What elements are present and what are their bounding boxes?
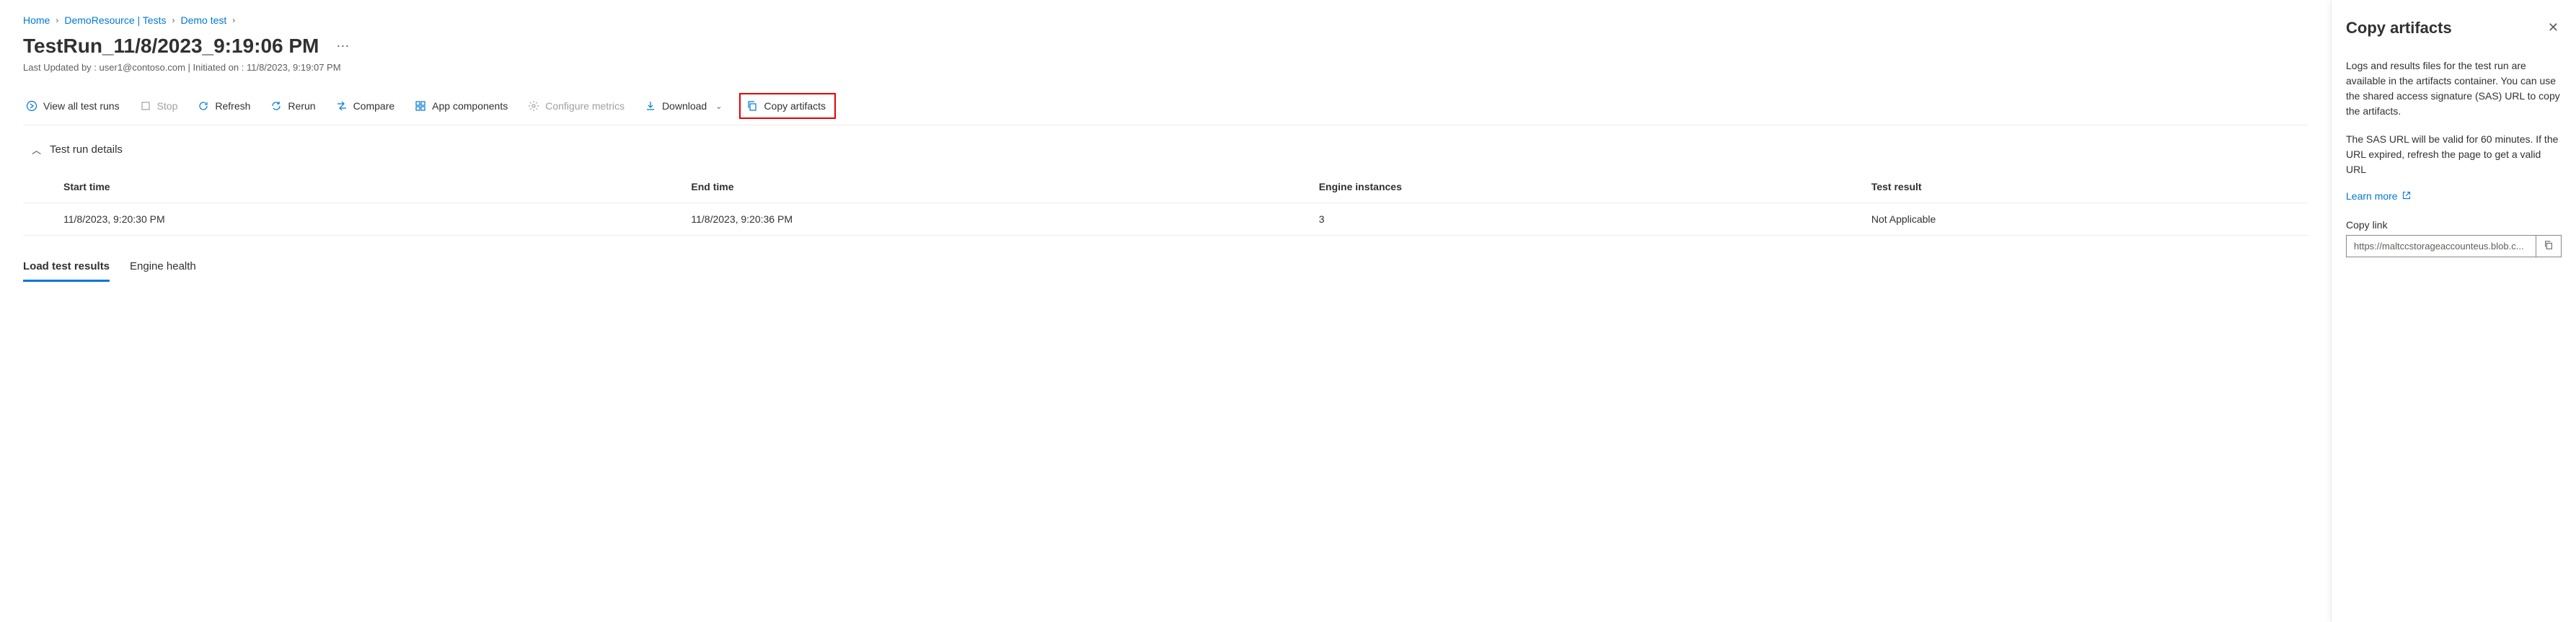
stop-button: Stop <box>137 96 181 116</box>
refresh-button[interactable]: Refresh <box>195 96 253 116</box>
col-engine-instances: Engine instances <box>1279 171 1831 203</box>
tab-load-test-results[interactable]: Load test results <box>23 253 110 282</box>
table-row: 11/8/2023, 9:20:30 PM 11/8/2023, 9:20:36… <box>23 203 2308 236</box>
copy-artifacts-panel: Copy artifacts ✕ Logs and results files … <box>2331 0 2576 622</box>
chevron-up-icon: ︿ <box>32 143 41 156</box>
cell-end-time: 11/8/2023, 9:20:36 PM <box>650 203 1278 236</box>
copy-link-button[interactable] <box>2536 235 2562 257</box>
close-panel-button[interactable]: ✕ <box>2545 17 2562 38</box>
copy-icon <box>2544 240 2554 252</box>
breadcrumb: Home › DemoResource | Tests › Demo test … <box>23 14 2308 26</box>
copy-link-label: Copy link <box>2346 219 2562 231</box>
panel-title: Copy artifacts <box>2346 19 2452 37</box>
chevron-right-icon: › <box>56 15 58 25</box>
page-title: TestRun_11/8/2023_9:19:06 PM <box>23 35 319 58</box>
arrow-right-circle-icon <box>26 100 38 112</box>
download-button[interactable]: Download ⌄ <box>642 96 725 116</box>
copy-icon <box>746 100 758 112</box>
more-options-button[interactable]: ⋯ <box>330 36 355 57</box>
external-link-icon <box>2402 190 2411 202</box>
panel-description-2: The SAS URL will be valid for 60 minutes… <box>2346 132 2562 177</box>
learn-more-link[interactable]: Learn more <box>2346 190 2411 202</box>
toolbar-label: Compare <box>353 100 395 112</box>
toolbar-label: Refresh <box>215 100 250 112</box>
details-header-label: Test run details <box>50 143 123 156</box>
tabs: Load test results Engine health <box>23 253 2308 282</box>
toolbar: View all test runs Stop Refresh Rerun Co <box>23 87 2308 125</box>
details-table: Start time End time Engine instances Tes… <box>23 171 2308 236</box>
test-run-details-toggle[interactable]: ︿ Test run details <box>32 137 2308 162</box>
col-end-time: End time <box>650 171 1278 203</box>
toolbar-label: Download <box>662 100 707 112</box>
toolbar-label: View all test runs <box>43 100 120 112</box>
learn-more-label: Learn more <box>2346 190 2398 202</box>
toolbar-label: Configure metrics <box>545 100 625 112</box>
rerun-button[interactable]: Rerun <box>268 96 318 116</box>
compare-button[interactable]: Compare <box>333 96 398 116</box>
grid-icon <box>415 100 426 112</box>
chevron-right-icon: › <box>172 15 175 25</box>
app-components-button[interactable]: App components <box>412 96 511 116</box>
chevron-right-icon: › <box>232 15 235 25</box>
close-icon: ✕ <box>2548 20 2559 35</box>
breadcrumb-home[interactable]: Home <box>23 14 50 26</box>
configure-metrics-button: Configure metrics <box>525 96 627 116</box>
download-icon <box>645 100 656 112</box>
gear-icon <box>528 100 539 112</box>
tab-engine-health[interactable]: Engine health <box>130 253 196 282</box>
col-start-time: Start time <box>23 171 650 203</box>
rerun-icon <box>270 100 282 112</box>
toolbar-label: Rerun <box>288 100 315 112</box>
breadcrumb-test[interactable]: Demo test <box>180 14 226 26</box>
col-test-result: Test result <box>1831 171 2308 203</box>
cell-test-result: Not Applicable <box>1831 203 2308 236</box>
view-all-test-runs-button[interactable]: View all test runs <box>23 96 123 116</box>
cell-start-time: 11/8/2023, 9:20:30 PM <box>23 203 650 236</box>
toolbar-label: App components <box>432 100 508 112</box>
panel-description-1: Logs and results files for the test run … <box>2346 58 2562 119</box>
stop-icon <box>140 100 151 112</box>
compare-icon <box>336 100 348 112</box>
cell-engine-instances: 3 <box>1279 203 1831 236</box>
copy-artifacts-button[interactable]: Copy artifacts <box>739 93 836 119</box>
toolbar-label: Copy artifacts <box>764 100 826 112</box>
toolbar-label: Stop <box>157 100 178 112</box>
page-subtitle: Last Updated by : user1@contoso.com | In… <box>23 62 2308 73</box>
chevron-down-icon: ⌄ <box>715 102 722 111</box>
refresh-icon <box>198 100 209 112</box>
breadcrumb-resource[interactable]: DemoResource | Tests <box>64 14 166 26</box>
table-header-row: Start time End time Engine instances Tes… <box>23 171 2308 203</box>
copy-link-input[interactable] <box>2346 235 2536 257</box>
